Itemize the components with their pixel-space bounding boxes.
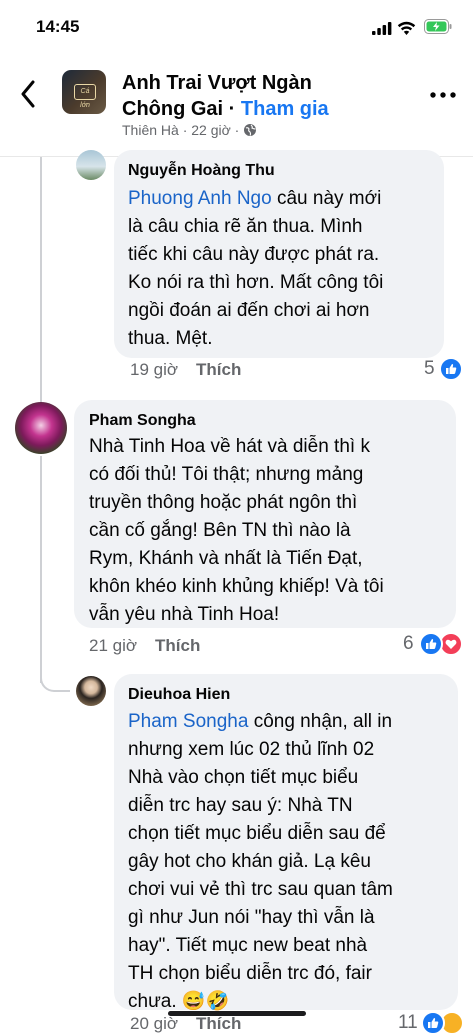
comment-line: gây hot cho khán giả. Lạ kêu <box>128 851 371 872</box>
globe-icon <box>244 124 257 136</box>
thread-connector <box>40 666 70 692</box>
comment-bubble: Nguyễn Hoàng Thu Phuong Anh Ngo câu này … <box>114 150 444 358</box>
like-button[interactable]: Thích <box>155 636 200 655</box>
group-avatar[interactable]: Cá lớn <box>62 70 106 114</box>
comment-line: Nhà vào chọn tiết mục biểu <box>128 767 359 788</box>
comment-bubble: Dieuhoa Hien Pham Songha công nhận, all … <box>114 674 458 1012</box>
comment-line: thua. Mệt. <box>128 328 213 349</box>
comment-line: Rym, Khánh và nhất là Tiến Đạt, <box>89 548 363 569</box>
like-icon <box>439 357 463 381</box>
comment-line: tiếc khi câu này được phát ra. <box>128 244 380 265</box>
comment-line: có đối thủ! Tôi thật; nhưng mảng <box>89 464 364 485</box>
comment-text: Phuong Anh Ngo câu này mới là câu chia r… <box>128 185 383 353</box>
comment-line: Nhà Tinh Hoa về hát và diễn thì k <box>89 436 370 457</box>
group-title-line2: Chông Gai <box>122 98 224 120</box>
back-chevron-icon[interactable] <box>20 80 36 108</box>
comment-author[interactable]: Pham Songha <box>89 412 196 430</box>
like-icon <box>419 632 443 656</box>
title-separator: · <box>223 98 241 120</box>
comment-line: vẫn yêu nhà Tinh Hoa! <box>89 604 280 625</box>
comment-line: Ko nói ra thì hơn. Mất công tôi <box>128 272 384 293</box>
comment-text: Pham Songha công nhận, all in nhưng xem … <box>128 708 393 1016</box>
comment-meta: 20 giờ Thích <box>130 1014 241 1034</box>
group-post-header: Cá lớn Anh Trai Vượt Ngàn Chông Gai · Th… <box>0 56 473 157</box>
thread-line <box>40 456 42 683</box>
avatar[interactable] <box>76 150 106 180</box>
reaction-count[interactable]: 5 <box>424 358 435 380</box>
comment-text: Nhà Tinh Hoa về hát và diễn thì k có đối… <box>89 433 384 629</box>
comment-line: truyền thông hoặc phát ngôn thì <box>89 492 358 513</box>
comment-line: diễn trc hay sau ý: Nhà TN <box>128 795 353 816</box>
comment-author[interactable]: Dieuhoa Hien <box>128 686 230 704</box>
avatar[interactable] <box>15 402 67 454</box>
signal-icon <box>372 22 392 35</box>
comment-line: ngồi đoán ai đến chơi ai hơn <box>128 300 370 321</box>
comment-line: là câu chia rẽ ăn thua. Mình <box>128 216 363 237</box>
comment-line: cần cố gắng! Bên TN thì nào là <box>89 520 351 541</box>
reaction-count[interactable]: 11 <box>398 1012 418 1034</box>
battery-charging-icon <box>424 19 452 34</box>
comment-line: chưa. 😅🤣 <box>128 991 230 1012</box>
post-source-info: Thiên Hà · 22 giờ · <box>122 122 257 138</box>
comment-time: 19 giờ <box>130 360 179 379</box>
comment-meta: 21 giờ Thích <box>89 636 200 656</box>
group-title-line1: Anh Trai Vượt Ngàn <box>122 72 312 94</box>
status-bar: 14:45 <box>0 0 473 56</box>
comment-line: gì như Jun nói "hay thì vẫn là <box>128 907 375 928</box>
wifi-icon <box>397 21 416 35</box>
home-indicator <box>168 1011 306 1016</box>
like-button[interactable]: Thích <box>196 360 241 379</box>
like-icon <box>421 1011 445 1035</box>
comment-line: nhưng xem lúc 02 thủ lĩnh 02 <box>128 739 375 760</box>
comment-bubble: Pham Songha Nhà Tinh Hoa về hát và diễn … <box>74 400 456 628</box>
thread-line <box>40 157 42 407</box>
comment-time: 21 giờ <box>89 636 138 655</box>
comment-line: TH chọn biểu diễn trc đó, fair <box>128 963 372 984</box>
group-logo: Cá lớn <box>74 84 96 109</box>
join-button[interactable]: Tham gia <box>241 98 329 120</box>
comment-line: chọn tiết mục biểu diễn sau để <box>128 823 386 844</box>
comment-author[interactable]: Nguyễn Hoàng Thu <box>128 162 275 180</box>
comment-line: khôn khéo kinh khủng khiếp! Và tôi <box>89 576 384 597</box>
group-title[interactable]: Anh Trai Vượt Ngàn Chông Gai · Tham gia <box>122 70 412 122</box>
comment-line: câu này mới <box>276 188 382 209</box>
reaction-count[interactable]: 6 <box>403 633 414 655</box>
more-options-icon[interactable] <box>430 92 456 98</box>
comment-mention[interactable]: Phuong Anh Ngo <box>128 188 272 209</box>
post-source: Thiên Hà · 22 giờ · <box>122 122 240 138</box>
comment-mention[interactable]: Pham Songha <box>128 711 248 732</box>
status-time: 14:45 <box>36 17 80 36</box>
comment-line: chơi vui vẻ thì trc sau quan tâm <box>128 879 393 900</box>
avatar[interactable] <box>76 676 106 706</box>
comment-meta: 19 giờ Thích <box>130 360 241 380</box>
comment-line: công nhận, all in <box>253 711 393 732</box>
comment-line: hay". Tiết mục new beat nhà <box>128 935 368 956</box>
